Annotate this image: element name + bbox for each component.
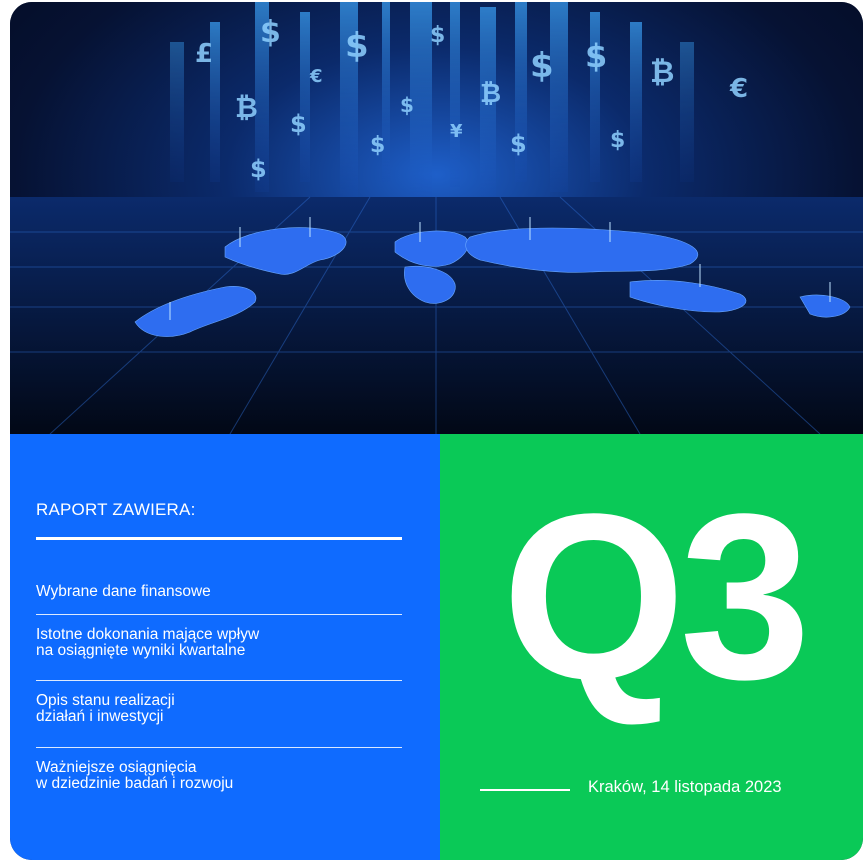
item-divider — [36, 614, 402, 615]
contents-heading: RAPORT ZAWIERA: — [36, 500, 196, 519]
contents-item-line: Istotne dokonania mające wpływ — [36, 626, 260, 643]
contents-item: Opis stanu realizacji działań i inwestyc… — [36, 693, 402, 725]
footer-divider — [480, 789, 570, 791]
svg-text:₿: ₿ — [480, 79, 501, 109]
svg-text:$: $ — [345, 26, 369, 66]
quarter-label: Q3 — [502, 465, 811, 729]
contents-item-line: na osiągnięte wyniki kwartalne — [36, 642, 246, 659]
hero-image: $ £ $ $ $ ₿ $ $ ₿ ₿ € $ $ $ $ ¥ € $ — [10, 2, 863, 434]
svg-text:$: $ — [430, 23, 445, 48]
contents-item: Wybrane dane finansowe — [36, 584, 402, 600]
svg-text:€: € — [729, 74, 748, 104]
contents-item-line: Wybrane dane finansowe — [36, 583, 211, 600]
world-map-illustration: $ £ $ $ $ ₿ $ $ ₿ ₿ € $ $ $ $ ¥ € $ — [10, 2, 863, 434]
contents-item: Ważniejsze osiągnięcia w dziedzinie bada… — [36, 760, 402, 792]
svg-text:$: $ — [510, 130, 527, 158]
svg-text:€: € — [309, 66, 323, 87]
svg-text:$: $ — [260, 15, 281, 50]
report-cover: $ £ $ $ $ ₿ $ $ ₿ ₿ € $ $ $ $ ¥ € $ RAPO… — [10, 2, 863, 860]
svg-text:$: $ — [370, 133, 385, 158]
svg-text:₿: ₿ — [235, 91, 258, 124]
svg-text:¥: ¥ — [450, 121, 463, 142]
svg-text:£: £ — [195, 39, 213, 69]
svg-text:$: $ — [585, 37, 607, 75]
svg-text:$: $ — [530, 46, 554, 86]
item-divider — [36, 747, 402, 748]
contents-item-line: działań i inwestycji — [36, 708, 164, 725]
quarter-panel: Q3 Kraków, 14 listopada 2023 — [440, 434, 863, 860]
item-divider — [36, 680, 402, 681]
svg-text:$: $ — [290, 110, 307, 138]
contents-item-line: Ważniejsze osiągnięcia — [36, 759, 197, 776]
contents-panel: RAPORT ZAWIERA: Wybrane dane finansowe I… — [10, 434, 440, 860]
heading-divider — [36, 537, 402, 540]
svg-text:$: $ — [610, 128, 625, 153]
contents-item-line: Opis stanu realizacji — [36, 692, 175, 709]
svg-text:$: $ — [250, 155, 267, 183]
contents-item-line: w dziedzinie badań i rozwoju — [36, 775, 234, 792]
svg-text:₿: ₿ — [650, 55, 674, 90]
svg-text:$: $ — [400, 93, 414, 117]
location-date: Kraków, 14 listopada 2023 — [588, 778, 782, 796]
contents-item: Istotne dokonania mające wpływ na osiągn… — [36, 627, 402, 659]
